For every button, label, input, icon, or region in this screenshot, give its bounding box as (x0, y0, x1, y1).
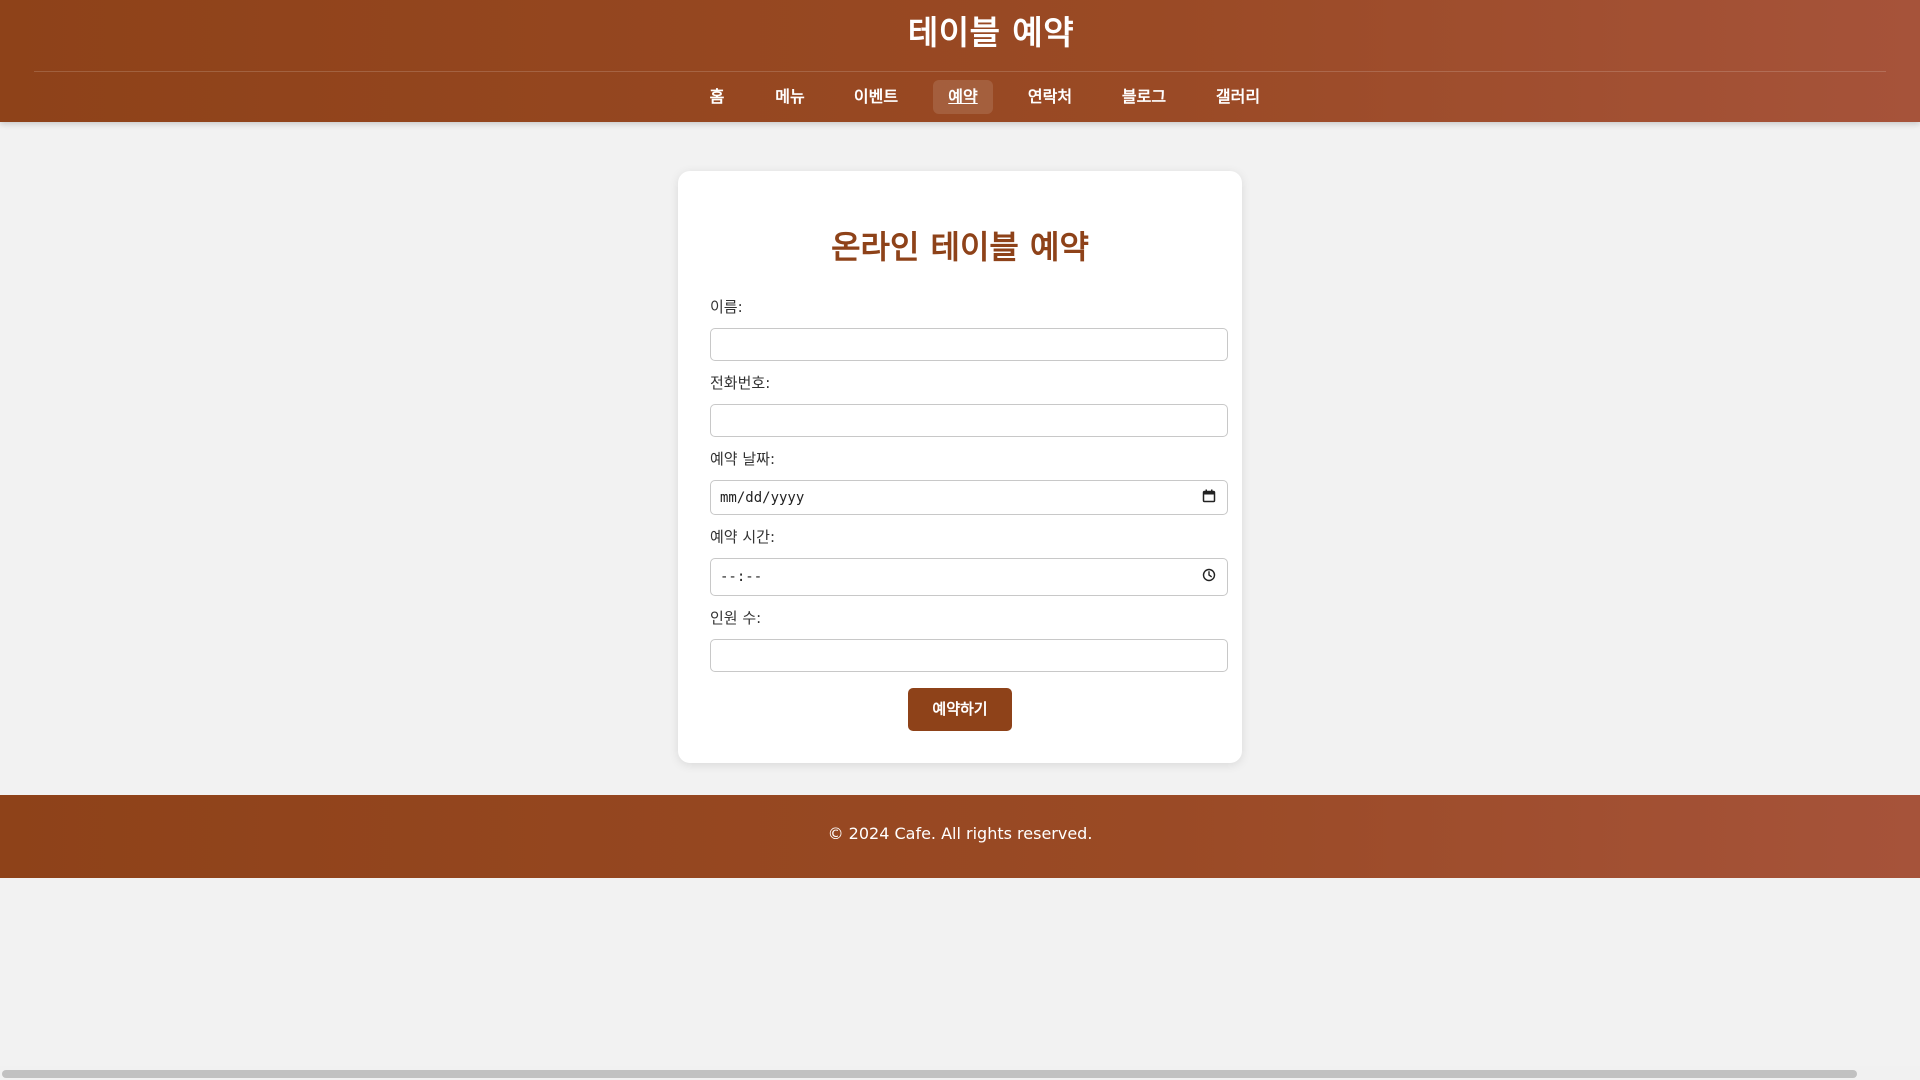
phone-label: 전화번호: (710, 374, 771, 392)
nav-item-gallery[interactable]: 갤러리 (1208, 80, 1268, 114)
reserve-button[interactable]: 예약하기 (908, 688, 1012, 731)
guests-input[interactable] (710, 639, 1228, 672)
nav-item-reservation[interactable]: 예약 (933, 80, 993, 114)
reservation-card: 온라인 테이블 예약 이름: 전화번호: 예약 날짜: mm/dd/yyyy 예… (678, 171, 1242, 763)
site-title: 테이블 예약 (907, 13, 1075, 52)
scrollbar-thumb[interactable] (2, 1070, 1857, 1078)
site-header: 테이블 예약 홈 메뉴 이벤트 예약 연락처 블로그 갤러리 (0, 0, 1920, 122)
phone-input[interactable] (710, 404, 1228, 437)
footer-copyright: © 2024 Cafe. All rights reserved. (827, 824, 1093, 843)
nav-item-menu[interactable]: 메뉴 (771, 80, 809, 114)
time-input[interactable]: --:-- (710, 558, 1228, 596)
calendar-icon[interactable] (1202, 489, 1216, 507)
name-label: 이름: (710, 298, 743, 316)
horizontal-scrollbar[interactable] (0, 1066, 1920, 1080)
header-divider (34, 71, 1886, 72)
nav-item-home[interactable]: 홈 (700, 80, 734, 114)
nav-item-events[interactable]: 이벤트 (846, 80, 906, 114)
date-input[interactable]: mm/dd/yyyy (710, 480, 1228, 515)
nav-item-contact[interactable]: 연락처 (1020, 80, 1080, 114)
date-label: 예약 날짜: (710, 450, 776, 468)
form-title: 온라인 테이블 예약 (831, 228, 1089, 266)
clock-icon[interactable] (1202, 568, 1216, 586)
time-input-placeholder: --:-- (720, 569, 763, 585)
time-label: 예약 시간: (710, 528, 776, 546)
date-input-placeholder: mm/dd/yyyy (720, 489, 805, 506)
main-nav: 홈 메뉴 이벤트 예약 연락처 블로그 갤러리 (0, 80, 1920, 114)
site-footer: © 2024 Cafe. All rights reserved. (0, 795, 1920, 878)
nav-item-blog[interactable]: 블로그 (1114, 80, 1174, 114)
name-input[interactable] (710, 328, 1228, 361)
guests-label: 인원 수: (710, 609, 762, 627)
